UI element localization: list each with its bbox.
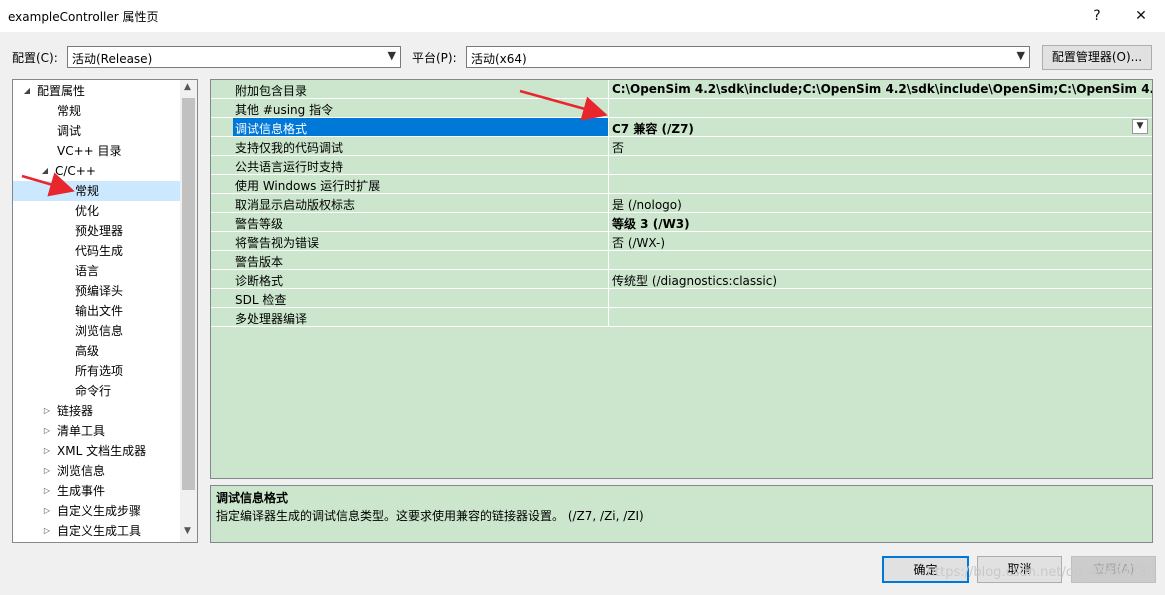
arrow-to-property <box>519 89 608 121</box>
arrow-to-tree-item <box>21 172 75 197</box>
annotation-arrows <box>21 89 608 197</box>
